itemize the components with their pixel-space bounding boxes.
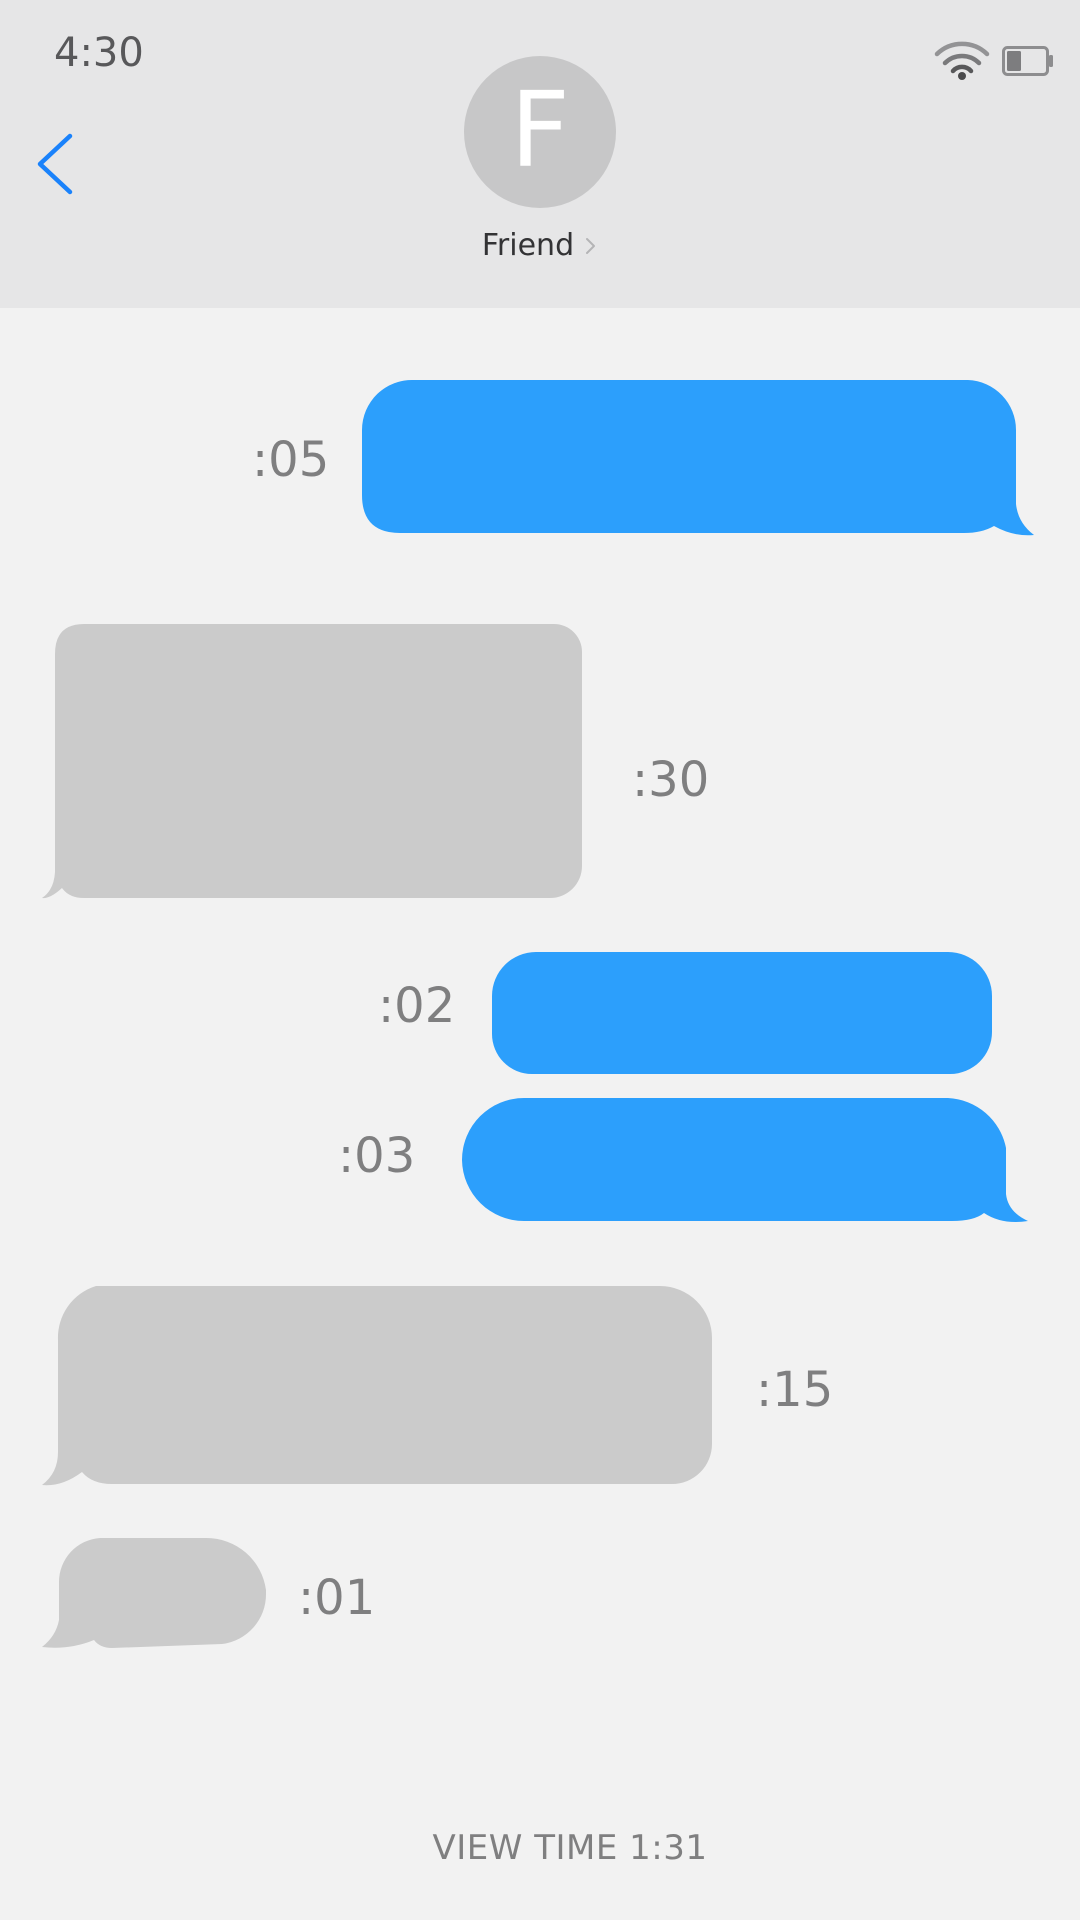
back-button[interactable] [30, 128, 80, 198]
wifi-icon [934, 41, 990, 80]
sent-message-bubble[interactable] [361, 379, 1034, 536]
sent-message-bubble[interactable] [462, 1098, 1028, 1224]
avatar-initial: F [510, 69, 570, 191]
message-time-label: :03 [338, 1128, 416, 1184]
battery-low-icon [1002, 46, 1053, 76]
message-time-label: :30 [632, 752, 710, 808]
contact-name-button[interactable]: Friend [0, 228, 1080, 263]
chevron-right-icon [586, 237, 596, 254]
message-time-label: :02 [378, 978, 456, 1034]
message-time-label: :15 [756, 1362, 834, 1418]
contact-avatar[interactable]: F [464, 56, 616, 208]
view-time-label: VIEW TIME 1:31 [432, 1828, 708, 1868]
received-message-bubble[interactable] [42, 1286, 712, 1486]
status-bar-time: 4:30 [54, 30, 144, 76]
message-time-label: :01 [298, 1570, 376, 1626]
received-message-bubble[interactable] [42, 624, 582, 900]
sent-message-bubble[interactable] [492, 952, 992, 1074]
conversation-header: 4:30 F Friend [0, 0, 1080, 308]
contact-name: Friend [481, 228, 575, 263]
received-message-bubble[interactable] [42, 1537, 267, 1648]
message-time-label: :05 [252, 432, 330, 488]
